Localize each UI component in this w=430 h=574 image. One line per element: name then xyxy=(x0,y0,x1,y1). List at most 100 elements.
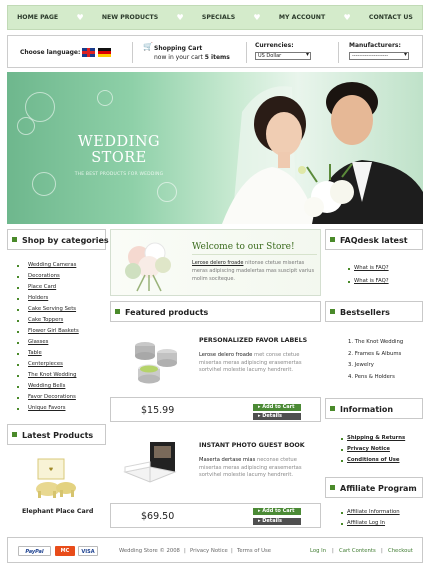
favor-labels-image[interactable] xyxy=(127,331,182,386)
hero-title-line2: STORE xyxy=(91,150,147,166)
footer-terms-link[interactable]: Terms of Use xyxy=(237,548,271,554)
nav-new-products[interactable]: NEW PRODUCTS xyxy=(102,14,158,21)
bullet-icon xyxy=(115,309,120,314)
category-link[interactable]: The Knot Wedding xyxy=(28,372,76,378)
cart-count-text: now in your cart xyxy=(154,54,203,61)
bestseller-link[interactable]: 1. The Knot Wedding xyxy=(348,339,403,345)
information-title: Information xyxy=(340,405,394,414)
category-link[interactable]: Centerpieces xyxy=(28,361,63,367)
footer-cart-contents-link[interactable]: Cart Contents xyxy=(339,548,376,554)
category-link[interactable]: Wedding Cameras xyxy=(28,262,76,268)
nav-specials[interactable]: SPECIALS xyxy=(202,14,235,21)
category-link[interactable]: Favor Decorations xyxy=(28,394,76,400)
bullet-icon xyxy=(12,237,17,242)
affiliate-link[interactable]: Affiliate Log In xyxy=(347,520,385,526)
affiliate-title: Affiliate Program xyxy=(340,484,417,493)
hero-banner: WEDDING STORE THE BEST PRODUCTS FOR WEDD… xyxy=(7,72,423,224)
nav-my-account[interactable]: MY ACCOUNT xyxy=(279,14,325,21)
mastercard-logo-icon: MC xyxy=(55,546,75,556)
bullet-icon xyxy=(17,408,19,410)
english-flag-icon[interactable] xyxy=(82,48,95,57)
bestseller-link[interactable]: 2. Frames & Albums xyxy=(348,351,401,357)
category-link[interactable]: Unique Favors xyxy=(28,405,66,411)
nav-home-page[interactable]: HOME PAGE xyxy=(17,14,58,21)
category-link[interactable]: Glasses xyxy=(28,339,48,345)
latest-product-name[interactable]: Elephant Place Card xyxy=(22,508,93,515)
information-link[interactable]: Shipping & Returns xyxy=(347,435,405,441)
category-link[interactable]: Cake Toppers xyxy=(28,317,63,323)
faq-header: FAQdesk latest xyxy=(325,229,423,250)
footer-separator: | xyxy=(231,548,233,554)
bullet-icon xyxy=(17,265,19,267)
product-name[interactable]: INSTANT PHOTO GUEST BOOK xyxy=(199,442,305,449)
bullet-icon xyxy=(330,309,335,314)
category-link[interactable]: Cake Serving Sets xyxy=(28,306,76,312)
category-link[interactable]: Decorations xyxy=(28,273,60,279)
copyright-text: Wedding Store © 2008 xyxy=(119,548,180,554)
add-to-cart-label: Add to Cart xyxy=(262,508,295,514)
bullet-icon xyxy=(17,342,19,344)
category-link[interactable]: Wedding Bells xyxy=(28,383,65,389)
bullet-icon xyxy=(341,438,343,440)
currency-select[interactable]: US Dollar xyxy=(255,52,311,60)
manufacturers-label: Manufacturers: xyxy=(349,42,401,49)
divider xyxy=(246,42,247,63)
bullet-icon xyxy=(348,268,350,270)
bestseller-link[interactable]: 3. Jewelry xyxy=(348,362,374,368)
product-description-strong: Lerose delero froade xyxy=(199,352,253,358)
latest-products-title: Latest Products xyxy=(22,431,94,440)
photo-guest-book-image[interactable] xyxy=(120,437,185,492)
footer-privacy-link[interactable]: Privacy Notice xyxy=(190,548,228,554)
heart-icon: ♥ xyxy=(76,13,84,22)
bullet-icon xyxy=(17,364,19,366)
information-link[interactable]: Conditions of Use xyxy=(347,457,400,463)
nav-contact-us[interactable]: CONTACT US xyxy=(369,14,413,21)
currencies-label: Currencies: xyxy=(255,42,294,49)
featured-title: Featured products xyxy=(125,308,209,317)
manufacturer-select[interactable]: -------------------- xyxy=(349,52,409,60)
bestseller-link[interactable]: 4. Pens & Holders xyxy=(348,374,395,380)
footer: PayPal MC VISA Wedding Store © 2008 | Pr… xyxy=(7,537,423,563)
category-link[interactable]: Table xyxy=(28,350,42,356)
heart-icon: ♥ xyxy=(176,13,184,22)
category-link[interactable]: Flower Girl Baskets xyxy=(28,328,79,334)
product-description: Maserta dertase mias neconse ctetue mise… xyxy=(199,457,309,480)
details-label: Details xyxy=(262,413,282,419)
utility-bar: Choose language: 🛒 Shopping Cart now in … xyxy=(7,35,423,68)
details-button[interactable]: ▸ Details xyxy=(253,413,301,420)
add-to-cart-button[interactable]: ▸ Add to Cart xyxy=(253,508,301,515)
bullet-icon xyxy=(330,406,335,411)
heart-icon: ♥ xyxy=(343,13,351,22)
bullet-icon xyxy=(330,237,335,242)
faq-link[interactable]: What is FAQ? xyxy=(354,278,389,284)
wedding-couple-image xyxy=(222,82,423,224)
affiliate-header: Affiliate Program xyxy=(325,477,423,498)
shopping-cart-icon[interactable]: 🛒 xyxy=(143,42,153,51)
affiliate-link[interactable]: Affiliate Information xyxy=(347,509,400,515)
bullet-icon xyxy=(341,512,343,514)
details-button[interactable]: ▸ Details xyxy=(253,518,301,525)
information-link[interactable]: Privacy Notice xyxy=(347,446,390,452)
footer-checkout-link[interactable]: Checkout xyxy=(388,548,413,554)
footer-separator: | xyxy=(332,548,334,554)
cart-count-value: 5 items xyxy=(204,54,230,61)
product-name[interactable]: PERSONALIZED FAVOR LABELS xyxy=(199,337,307,344)
category-link[interactable]: Place Card xyxy=(28,284,56,290)
details-label: Details xyxy=(262,518,282,524)
bullet-icon xyxy=(17,309,19,311)
faq-link[interactable]: What is FAQ? xyxy=(354,265,389,271)
footer-login-link[interactable]: Log In xyxy=(310,548,326,554)
decorative-swirl xyxy=(97,90,113,106)
decorative-swirl xyxy=(17,117,35,135)
product-price: $15.99 xyxy=(141,405,175,416)
german-flag-icon[interactable] xyxy=(98,48,111,57)
hero-subtitle: THE BEST PRODUCTS FOR WEDDING xyxy=(74,172,164,177)
bullet-icon xyxy=(341,523,343,525)
category-link[interactable]: Holders xyxy=(28,295,48,301)
shopping-cart-link[interactable]: Shopping Cart xyxy=(154,45,202,52)
decorative-swirl xyxy=(32,172,56,196)
bullet-icon xyxy=(17,298,19,300)
elephant-place-card-image[interactable]: ♥ xyxy=(26,455,86,500)
add-to-cart-button[interactable]: ▸ Add to Cart xyxy=(253,404,301,411)
bullet-icon xyxy=(17,331,19,333)
